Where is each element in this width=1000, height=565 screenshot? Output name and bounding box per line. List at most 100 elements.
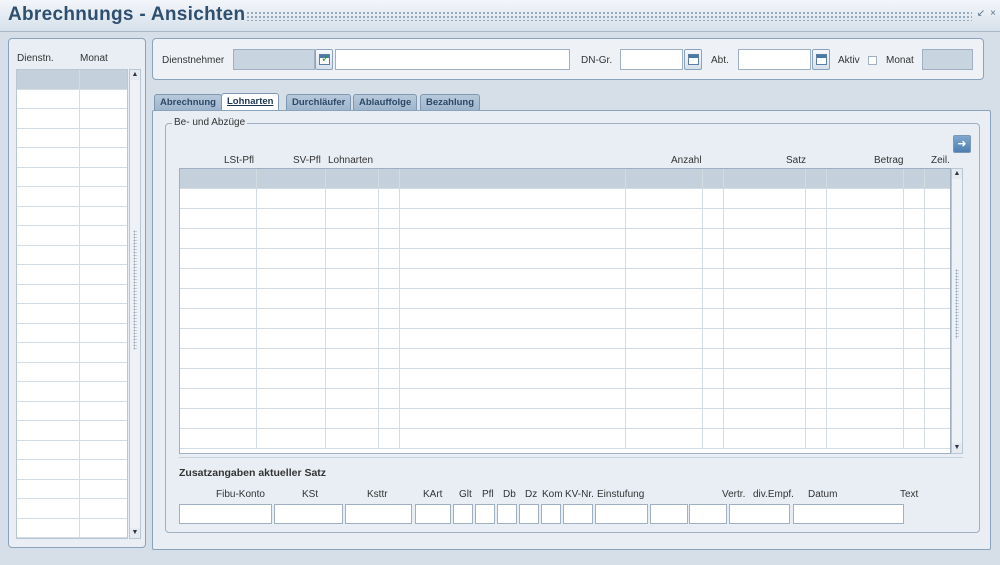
list-cell-dienstn[interactable] [17,187,81,206]
list-cell-dienstn[interactable] [17,167,81,186]
table-cell[interactable] [724,229,806,248]
list-cell-monat[interactable] [80,187,127,206]
table-cell[interactable] [626,249,703,268]
table-cell[interactable] [379,169,400,188]
table-cell[interactable] [400,209,626,228]
table-cell[interactable] [400,409,626,428]
table-row[interactable] [180,249,950,269]
list-row[interactable] [17,148,127,168]
table-cell[interactable] [326,309,379,328]
table-cell[interactable] [326,169,379,188]
table-cell[interactable] [703,369,724,388]
table-cell[interactable] [827,209,904,228]
table-cell[interactable] [626,329,703,348]
zusatz-field-fibu-konto[interactable] [179,504,272,524]
list-cell-dienstn[interactable] [17,89,81,108]
table-cell[interactable] [400,369,626,388]
table-cell[interactable] [180,329,257,348]
table-cell[interactable] [326,409,379,428]
list-cell-dienstn[interactable] [17,109,81,128]
table-cell[interactable] [257,349,326,368]
table-cell[interactable] [724,389,806,408]
table-row[interactable] [180,329,950,349]
table-cell[interactable] [326,349,379,368]
table-cell[interactable] [326,429,379,448]
scroll-down-icon[interactable]: ▼ [952,443,962,453]
table-cell[interactable] [257,229,326,248]
table-row[interactable] [180,269,950,289]
table-cell[interactable] [904,289,925,308]
list-row[interactable] [17,89,127,109]
dienstnehmer-select-button[interactable]: ✓ [315,49,333,70]
table-cell[interactable] [724,369,806,388]
table-cell[interactable] [806,249,827,268]
table-cell[interactable] [326,229,379,248]
monat-input[interactable] [922,49,973,70]
list-cell-monat[interactable] [80,70,127,89]
list-row[interactable] [17,206,127,226]
table-cell[interactable] [827,249,904,268]
table-cell[interactable] [703,389,724,408]
table-cell[interactable] [904,189,925,208]
scroll-grip[interactable] [133,230,137,350]
table-cell[interactable] [379,249,400,268]
list-cell-monat[interactable] [80,90,127,109]
table-cell[interactable] [180,409,257,428]
table-cell[interactable] [724,289,806,308]
list-row[interactable] [17,167,127,187]
list-scrollbar[interactable]: ▲ ▼ [129,69,141,539]
zusatz-field-einstufung[interactable] [595,504,648,524]
zusatz-field-glt[interactable] [453,504,473,524]
table-cell[interactable] [326,209,379,228]
table-cell[interactable] [724,309,806,328]
table-cell[interactable] [827,269,904,288]
table-cell[interactable] [180,389,257,408]
table-cell[interactable] [400,309,626,328]
lohnarten-grid[interactable] [179,168,951,454]
table-cell[interactable] [257,209,326,228]
table-cell[interactable] [703,249,724,268]
table-cell[interactable] [904,249,925,268]
table-cell[interactable] [379,329,400,348]
list-cell-monat[interactable] [80,148,127,167]
zusatz-field-dz[interactable] [519,504,539,524]
list-cell-monat[interactable] [80,265,127,284]
table-cell[interactable] [400,169,626,188]
table-cell[interactable] [257,249,326,268]
grid-scrollbar[interactable]: ▲ ▼ [951,168,963,454]
list-cell-monat[interactable] [80,460,127,479]
table-cell[interactable] [904,409,925,428]
table-cell[interactable] [827,309,904,328]
list-cell-monat[interactable] [80,402,127,421]
list-row[interactable] [17,499,127,519]
list-row[interactable] [17,343,127,363]
list-cell-monat[interactable] [80,324,127,343]
table-cell[interactable] [904,369,925,388]
table-cell[interactable] [904,209,925,228]
table-cell[interactable] [724,329,806,348]
table-cell[interactable] [379,409,400,428]
table-cell[interactable] [379,349,400,368]
list-row[interactable] [17,460,127,480]
list-cell-dienstn[interactable] [17,206,81,225]
table-row[interactable] [180,349,950,369]
list-row[interactable] [17,245,127,265]
zusatz-field-vertr[interactable] [650,504,688,524]
list-cell-monat[interactable] [80,519,127,538]
abt-lookup-button[interactable] [812,49,830,70]
list-row[interactable] [17,518,127,538]
list-cell-dienstn[interactable] [17,323,81,342]
table-cell[interactable] [827,329,904,348]
list-cell-monat[interactable] [80,226,127,245]
table-cell[interactable] [257,329,326,348]
table-cell[interactable] [904,229,925,248]
table-cell[interactable] [180,309,257,328]
tab-ablauffolge[interactable]: Ablauffolge [353,94,418,111]
list-row[interactable] [17,226,127,246]
table-cell[interactable] [827,169,904,188]
list-cell-dienstn[interactable] [17,401,81,420]
zusatz-field-db[interactable] [497,504,517,524]
table-cell[interactable] [724,349,806,368]
list-cell-monat[interactable] [80,499,127,518]
list-cell-monat[interactable] [80,304,127,323]
